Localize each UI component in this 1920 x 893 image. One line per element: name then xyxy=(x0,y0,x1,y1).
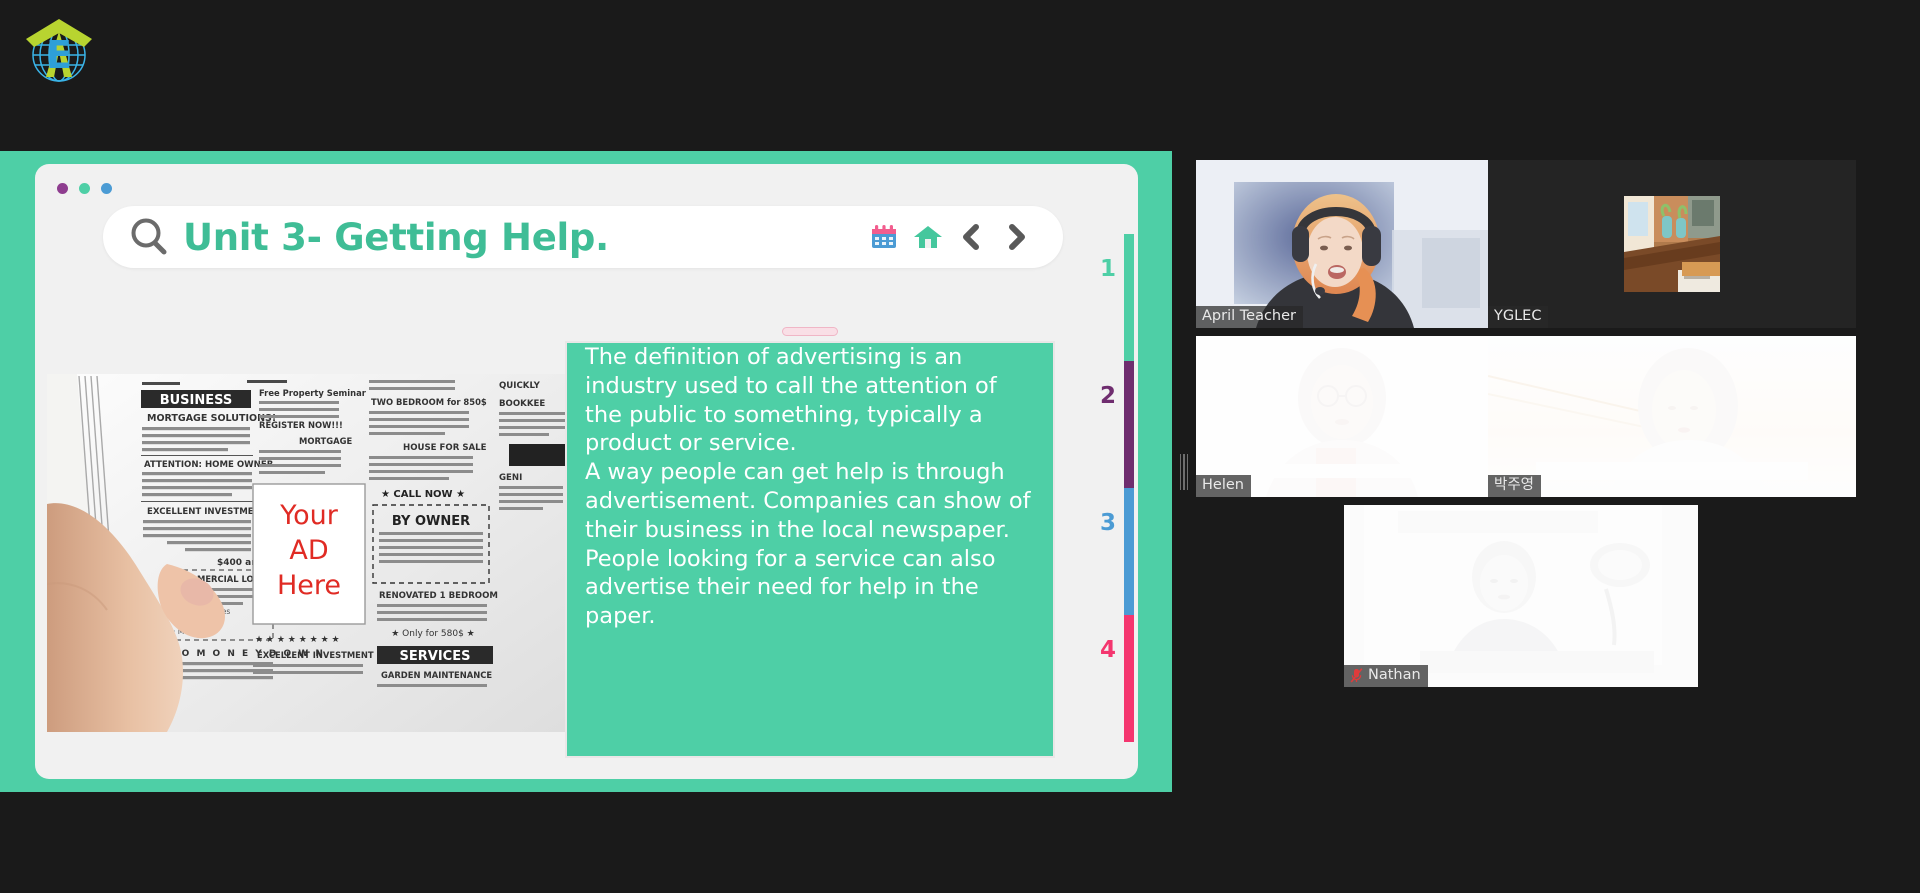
svg-text:HOUSE FOR SALE: HOUSE FOR SALE xyxy=(403,443,487,453)
slide-toolbar xyxy=(869,222,1039,252)
screen-share-panel: Unit 3- Getting Help. 1 2 3 4 BUSINESS M… xyxy=(0,151,1172,792)
participant-name-badge: Helen xyxy=(1196,475,1251,497)
window-dot-maximize[interactable] xyxy=(101,183,112,194)
svg-text:RENOVATED 1 BEDROOM: RENOVATED 1 BEDROOM xyxy=(379,591,498,601)
svg-text:EXCELLENT INVESTMENT: EXCELLENT INVESTMENT xyxy=(147,507,267,517)
page-title: Unit 3- Getting Help. xyxy=(183,215,609,259)
participant-tile[interactable]: Helen xyxy=(1196,336,1488,497)
slide-browser-card: Unit 3- Getting Help. 1 2 3 4 BUSINESS M… xyxy=(35,164,1138,779)
rail-segment[interactable] xyxy=(1124,234,1134,361)
svg-text:★ Only for 580$ ★: ★ Only for 580$ ★ xyxy=(391,629,474,639)
rail-segment[interactable] xyxy=(1124,488,1134,615)
slide-title-bar[interactable]: Unit 3- Getting Help. xyxy=(103,206,1063,268)
video-feed xyxy=(1344,505,1698,687)
participant-name: 박주영 xyxy=(1494,477,1535,493)
slide-text-box[interactable]: The definition of advertising is an indu… xyxy=(565,341,1055,758)
meeting-screen: E Unit 3- Getting Help. 1 2 3 4 BUSINESS… xyxy=(0,0,1920,893)
rail-page-number[interactable]: 1 xyxy=(1100,258,1116,281)
video-feed xyxy=(1488,336,1856,497)
grip-lines-icon xyxy=(1180,453,1188,490)
participant-name: Nathan xyxy=(1368,667,1421,683)
window-controls xyxy=(57,183,112,194)
rail-segment[interactable] xyxy=(1124,615,1134,742)
video-feed xyxy=(1196,160,1488,328)
svg-text:BY OWNER: BY OWNER xyxy=(392,514,470,529)
svg-text:ATTENTION: HOME OWNER: ATTENTION: HOME OWNER xyxy=(144,460,274,470)
svg-text:Here: Here xyxy=(277,570,341,601)
rail-segment[interactable] xyxy=(1124,361,1134,488)
participant-name: April Teacher xyxy=(1202,308,1296,324)
svg-text:AD: AD xyxy=(289,535,328,566)
participant-tile[interactable]: Nathan xyxy=(1344,505,1698,687)
svg-text:MORTGAGE: MORTGAGE xyxy=(299,436,352,446)
calendar-icon[interactable] xyxy=(869,222,899,252)
participant-grid: April Teacher YGLEC Helen 박주영 Nathan xyxy=(1196,160,1920,780)
svg-text:BUSINESS: BUSINESS xyxy=(160,393,233,408)
page-indicator-rail[interactable]: 1 2 3 4 xyxy=(1100,234,1134,742)
participant-tile[interactable]: 박주영 xyxy=(1488,336,1856,497)
home-icon[interactable] xyxy=(913,222,943,252)
svg-text:★ ★ ★ ★ ★ ★ ★ ★: ★ ★ ★ ★ ★ ★ ★ ★ xyxy=(255,635,340,645)
participant-name-badge: YGLEC xyxy=(1488,306,1549,328)
slide-paragraph-1: The definition of advertising is an indu… xyxy=(585,344,997,457)
svg-text:QUICKLY: QUICKLY xyxy=(499,381,541,391)
microphone-muted-icon xyxy=(1350,668,1363,683)
chevron-right-icon[interactable] xyxy=(1001,222,1031,252)
yglec-globe-arrow-logo: E xyxy=(20,11,98,93)
participant-tile[interactable]: YGLEC xyxy=(1488,160,1856,328)
window-dot-minimize[interactable] xyxy=(79,183,90,194)
svg-text:Your: Your xyxy=(279,500,339,531)
svg-text:E: E xyxy=(46,33,72,77)
newspaper-classifieds-photo: BUSINESS MORTGAGE SOLUTIONS! ATTENTION: … xyxy=(47,374,567,732)
window-dot-close[interactable] xyxy=(57,183,68,194)
svg-text:TWO BEDROOM for 850$: TWO BEDROOM for 850$ xyxy=(371,397,487,407)
rail-page-number[interactable]: 2 xyxy=(1100,385,1116,408)
svg-text:SERVICES: SERVICES xyxy=(400,649,471,664)
participant-name-badge: April Teacher xyxy=(1196,306,1303,328)
slide-paragraph-2: A way people can get help is through adv… xyxy=(585,459,1031,630)
svg-text:EXCELLENT INVESTMENT: EXCELLENT INVESTMENT xyxy=(257,650,374,660)
participant-name: YGLEC xyxy=(1494,308,1542,324)
search-icon[interactable] xyxy=(127,215,171,259)
svg-text:★ CALL NOW ★: ★ CALL NOW ★ xyxy=(381,489,465,500)
participant-tile[interactable]: April Teacher xyxy=(1196,160,1488,328)
svg-text:GENI: GENI xyxy=(499,473,522,483)
svg-text:Free Property Seminar: Free Property Seminar xyxy=(259,388,367,398)
participant-name-badge: 박주영 xyxy=(1488,475,1542,497)
svg-text:GARDEN MAINTENANCE: GARDEN MAINTENANCE xyxy=(381,670,492,680)
chevron-left-icon[interactable] xyxy=(957,222,987,252)
resize-handle[interactable] xyxy=(565,323,1055,339)
svg-text:REGISTER NOW!!!: REGISTER NOW!!! xyxy=(259,420,343,430)
rail-page-number[interactable]: 4 xyxy=(1100,639,1116,662)
video-feed xyxy=(1196,336,1488,497)
svg-text:MORTGAGE SOLUTIONS!: MORTGAGE SOLUTIONS! xyxy=(147,413,276,424)
panel-resize-handle[interactable] xyxy=(1172,151,1196,792)
svg-text:BOOKKEE: BOOKKEE xyxy=(499,399,545,409)
participant-name-badge: Nathan xyxy=(1344,665,1428,687)
rail-page-number[interactable]: 3 xyxy=(1100,512,1116,535)
participant-name: Helen xyxy=(1202,477,1244,493)
avatar xyxy=(1624,196,1720,292)
